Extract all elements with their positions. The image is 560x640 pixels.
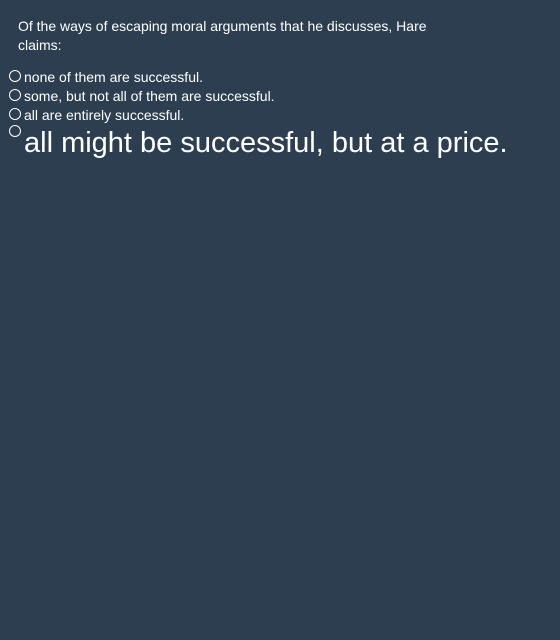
option-4-label: all might be successful, but at a price.: [24, 127, 508, 159]
option-1[interactable]: none of them are successful.: [8, 68, 508, 87]
option-1-radio[interactable]: [9, 70, 21, 82]
option-4-radio[interactable]: [9, 125, 21, 137]
option-3[interactable]: all are entirely successful.: [8, 106, 508, 125]
option-2-radio[interactable]: [9, 89, 21, 101]
question-text: Of the ways of escaping moral arguments …: [18, 18, 427, 53]
option-2[interactable]: some, but not all of them are successful…: [8, 87, 508, 106]
option-3-radio[interactable]: [9, 108, 21, 120]
answer-options: none of them are successful. some, but n…: [8, 68, 508, 161]
option-1-label: none of them are successful.: [24, 69, 203, 85]
option-4[interactable]: all might be successful, but at a price.: [8, 125, 508, 161]
option-3-label: all are entirely successful.: [24, 107, 185, 123]
option-2-label: some, but not all of them are successful…: [24, 88, 275, 104]
